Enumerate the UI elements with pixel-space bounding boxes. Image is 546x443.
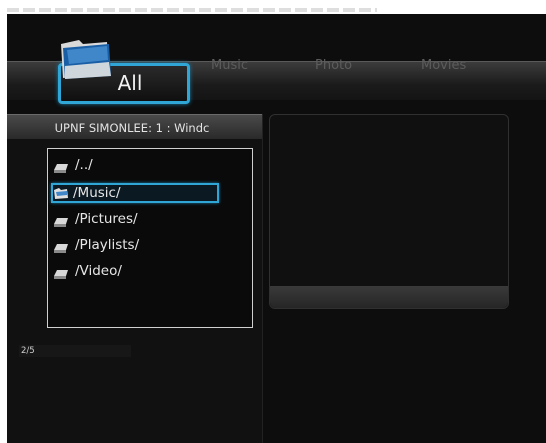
list-item-label: /Pictures/ — [75, 211, 138, 227]
top-decoration — [7, 8, 377, 12]
list-item-label: /../ — [75, 157, 93, 173]
tab-movies[interactable]: Movies — [421, 58, 466, 73]
tab-music[interactable]: Music — [211, 58, 248, 73]
list-item-parent[interactable]: /../ — [53, 155, 243, 177]
source-title: UPNF SIMONLEE: 1 : Windc — [54, 121, 210, 135]
folder-icon — [61, 40, 111, 79]
tab-all-label: All — [117, 71, 143, 95]
drive-icon — [54, 270, 68, 279]
drive-icon — [54, 244, 68, 253]
preview-panel — [269, 114, 509, 309]
tab-photo[interactable]: Photo — [315, 58, 352, 73]
list-item-label: /Video/ — [75, 263, 122, 279]
drive-icon — [54, 164, 68, 173]
list-item-label: /Music/ — [73, 185, 121, 201]
list-item-label: /Playlists/ — [75, 237, 140, 253]
list-item-video[interactable]: /Video/ — [53, 261, 243, 283]
list-item-music[interactable]: /Music/ — [51, 183, 219, 203]
media-browser-screen: All Music Photo Movies UPNF SIMONLEE: 1 … — [7, 14, 546, 443]
list-item-playlists[interactable]: /Playlists/ — [53, 235, 243, 257]
item-position-counter: 2/5 — [19, 345, 131, 357]
file-list: /../ /Music/ /Pictures/ /Playlists/ /Vid… — [47, 148, 253, 328]
drive-icon — [54, 218, 68, 227]
panel-header: UPNF SIMONLEE: 1 : Windc — [7, 114, 262, 139]
list-item-pictures[interactable]: /Pictures/ — [53, 209, 243, 231]
folder-icon — [54, 188, 68, 199]
preview-info-bar — [270, 286, 508, 308]
